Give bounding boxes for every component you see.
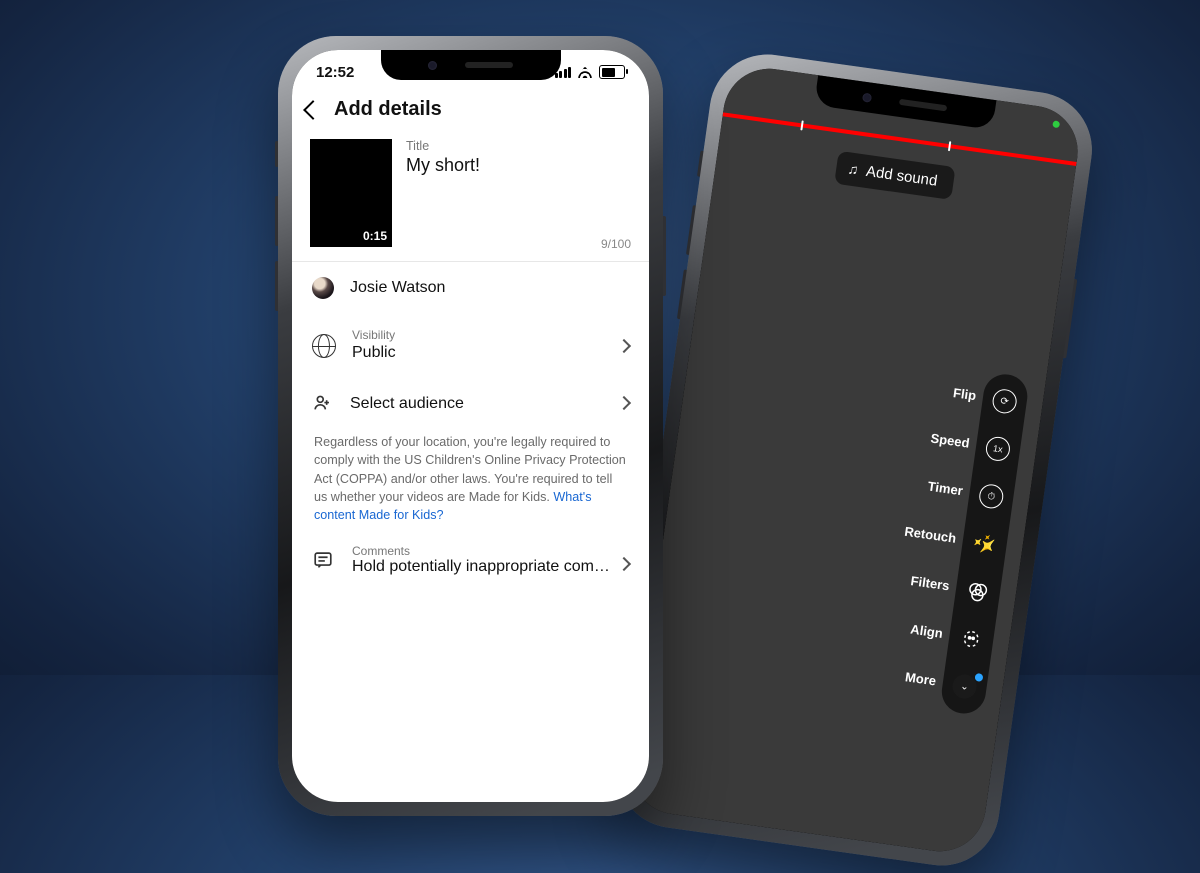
notch [381, 50, 561, 80]
add-sound-button[interactable]: Add sound [834, 151, 956, 200]
title-input[interactable]: My short! [406, 155, 631, 176]
front-camera-dot [428, 61, 437, 70]
wifi-icon [577, 66, 593, 78]
tool-label: Align [909, 622, 943, 641]
filters-icon [963, 577, 992, 606]
audience-icon [312, 392, 334, 414]
title-field-label: Title [406, 139, 631, 153]
title-char-counter: 9/100 [601, 237, 631, 251]
tool-timer[interactable]: Timer ⏱ [977, 482, 1006, 511]
tool-retouch[interactable]: Retouch ✨ [970, 529, 999, 558]
timeline-tick [800, 120, 803, 130]
tool-label: More [904, 669, 937, 688]
tool-filters[interactable]: Filters [963, 577, 992, 606]
tool-flip[interactable]: Flip ⟳ [990, 387, 1019, 416]
front-camera-dot [862, 92, 872, 102]
camera-tool-strip: Flip ⟳ Speed 1x Timer ⏱ Retouch ✨ [939, 372, 1030, 717]
battery-icon [599, 65, 625, 79]
chevron-down-icon: ⌄ [950, 672, 979, 701]
avatar [312, 277, 334, 299]
visibility-value: Public [352, 343, 396, 362]
tool-label: Flip [952, 385, 977, 403]
record-timeline[interactable] [723, 112, 1077, 166]
comments-label: Comments [352, 544, 610, 558]
status-time: 12:52 [316, 64, 354, 81]
video-thumbnail[interactable]: 0:15 [310, 139, 392, 247]
tool-speed[interactable]: Speed 1x [983, 434, 1012, 463]
speed-icon: 1x [983, 434, 1012, 463]
page-title: Add details [334, 98, 442, 121]
music-note-icon [847, 160, 860, 178]
camera-screen: Add sound Flip ⟳ Speed 1x Timer ⏱ [625, 63, 1083, 857]
comments-value: Hold potentially inappropriate com… [352, 558, 610, 576]
comment-icon [312, 549, 334, 571]
account-row[interactable]: Josie Watson [292, 262, 649, 314]
flip-icon: ⟳ [990, 387, 1019, 416]
title-section: 0:15 Title My short! 9/100 [292, 139, 649, 262]
tool-label: Filters [910, 573, 951, 593]
tool-align[interactable]: Align [957, 624, 986, 653]
add-details-screen: 12:52 Add details 0:15 [292, 50, 649, 802]
tool-label: Speed [930, 430, 971, 450]
chevron-right-icon [617, 557, 631, 571]
tool-label: Retouch [904, 524, 958, 546]
back-button[interactable] [303, 100, 323, 120]
timer-icon: ⏱ [977, 482, 1006, 511]
globe-icon [312, 334, 336, 358]
visibility-row[interactable]: Visibility Public [292, 314, 649, 377]
retouch-icon: ✨ [970, 529, 999, 558]
earpiece [899, 99, 947, 112]
coppa-disclaimer: Regardless of your location, you're lega… [292, 429, 649, 534]
audience-label: Select audience [350, 394, 464, 413]
align-icon [957, 624, 986, 653]
tool-label: Timer [927, 479, 964, 499]
audience-row[interactable]: Select audience [292, 377, 649, 429]
phone-details-frame: 12:52 Add details 0:15 [278, 36, 663, 816]
visibility-label: Visibility [352, 329, 396, 341]
comments-row[interactable]: Comments Hold potentially inappropriate … [292, 534, 649, 594]
timeline-tick [948, 141, 951, 151]
add-sound-label: Add sound [865, 163, 938, 190]
video-duration: 0:15 [363, 229, 387, 243]
tool-more[interactable]: More ⌄ [950, 672, 979, 701]
chevron-right-icon [617, 339, 631, 353]
phone-camera-frame: Add sound Flip ⟳ Speed 1x Timer ⏱ [610, 47, 1100, 873]
chevron-right-icon [617, 396, 631, 410]
earpiece [465, 62, 513, 68]
account-name: Josie Watson [350, 278, 445, 297]
new-indicator-dot [974, 673, 983, 682]
